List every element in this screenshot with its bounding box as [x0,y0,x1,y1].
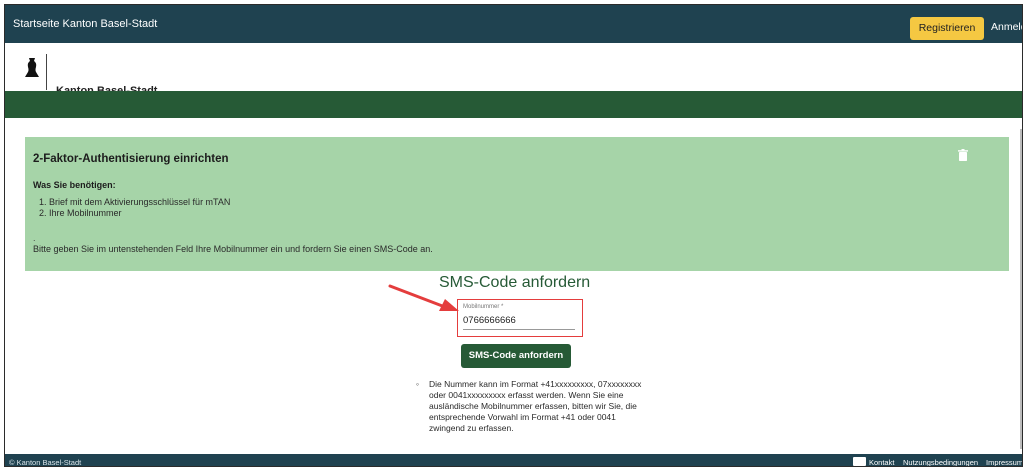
imprint-link[interactable]: Impressum [986,458,1022,466]
top-bar: Startseite Kanton Basel-Stadt Registrier… [5,5,1022,43]
basel-crest-icon[interactable] [25,57,39,79]
list-item: 1. Brief mit dem Aktivierungsschlüssel f… [39,197,231,207]
mobile-number-field[interactable]: Mobilnummer * [457,299,583,337]
separator-dot: . [33,233,36,243]
format-hint: ◦ Die Nummer kann im Format +41xxxxxxxxx… [416,379,646,434]
header-divider [46,54,47,90]
register-button[interactable]: Registrieren [910,17,984,40]
mobile-number-label: Mobilnummer * [463,304,504,310]
requirements-list: 1. Brief mit dem Aktivierungsschlüssel f… [39,197,230,219]
trash-icon[interactable] [958,149,968,161]
mobile-number-input[interactable] [463,315,571,326]
requirements-heading: Was Sie benötigen: [33,180,116,190]
info-box: 2-Faktor-Authentisierung einrichten Was … [25,137,1009,271]
contact-link[interactable]: Kontakt [869,458,894,466]
home-link[interactable]: Startseite Kanton Basel-Stadt [13,18,157,30]
login-link[interactable]: Anmelden [991,21,1022,33]
copyright: © Kanton Basel-Stadt [9,458,82,467]
input-underline [463,329,575,330]
info-heading: 2-Faktor-Authentisierung einrichten [33,153,229,165]
site-header: Kanton Basel-Stadt [5,43,1022,97]
format-hint-text: Die Nummer kann im Format +41xxxxxxxxx, … [429,379,642,433]
request-sms-code-button[interactable]: SMS-Code anfordern [461,344,571,368]
instruction-text: Bitte geben Sie im untenstehenden Feld I… [33,244,433,254]
bullet-icon: ◦ [416,379,420,389]
contact-card-icon[interactable] [853,457,866,466]
terms-link[interactable]: Nutzungsbedingungen [903,458,978,466]
annotation-arrow-icon [388,284,459,311]
scrollbar[interactable] [1020,129,1022,449]
browser-frame: Startseite Kanton Basel-Stadt Registrier… [4,4,1023,467]
navigation-bar [5,91,1022,118]
list-item: 2. Ihre Mobilnummer [39,208,122,218]
footer: © Kanton Basel-Stadt Kontakt Nutzungsbed… [5,454,1022,467]
